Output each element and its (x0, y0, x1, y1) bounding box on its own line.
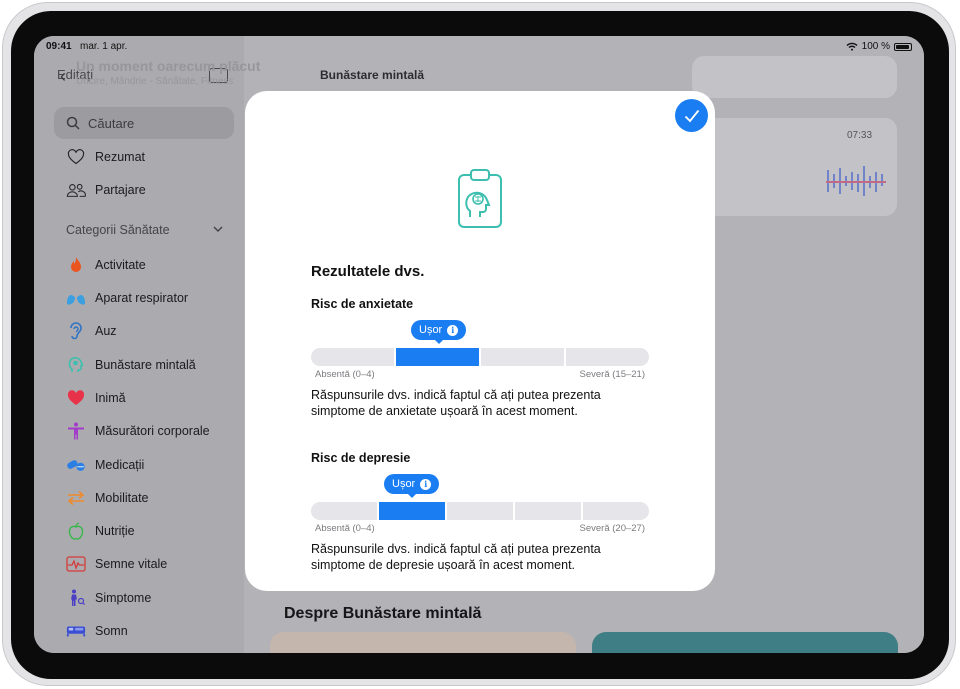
sidebar-item-label: Semne vitale (95, 557, 168, 571)
clipboard-mind-icon (458, 169, 502, 228)
risk-segment (311, 502, 377, 520)
vitals-icon (66, 555, 86, 573)
sidebar-item-label: Aparat respirator (95, 291, 189, 305)
depression-scale: Absentă (0–4) Severă (20–27) (315, 523, 645, 534)
risk-segment (447, 502, 513, 520)
results-sheet: Rezultatele dvs. Risc de anxietate Ușor … (245, 91, 715, 591)
search-input[interactable]: Căutare (54, 107, 234, 139)
sidebar-item-symptoms[interactable]: Simptome (66, 589, 151, 607)
risk-segment-active (396, 348, 479, 366)
checkmark-icon (684, 109, 699, 122)
risk-segment (515, 502, 581, 520)
mood-chart-icon (826, 166, 886, 196)
ear-icon (66, 322, 86, 340)
scale-min: Absentă (0–4) (315, 523, 375, 534)
nav-title: Bunăstare mintală (320, 68, 425, 82)
sidebar-item-label: Medicații (95, 458, 145, 472)
health-categories-header[interactable]: Categorii Sănătate (66, 223, 224, 237)
wifi-icon (846, 42, 858, 51)
done-button[interactable] (675, 99, 708, 132)
body-icon (66, 422, 86, 440)
depression-description: Răspunsurile dvs. indică faptul că ați p… (311, 542, 601, 572)
entry-title: Un moment oarecum plăcut (76, 58, 261, 74)
sidebar-item-heart[interactable]: Inimă (66, 389, 126, 407)
people-icon (66, 181, 86, 199)
sidebar-item-mental-wellbeing[interactable]: Bunăstare mintală (66, 356, 196, 374)
anxiety-risk-label: Risc de anxietate (311, 297, 414, 311)
sidebar-item-nutrition[interactable]: Nutriție (66, 522, 135, 540)
scale-min: Absentă (0–4) (315, 369, 375, 380)
sidebar-item-sleep[interactable]: Somn (66, 622, 128, 640)
heart-icon (66, 389, 86, 407)
risk-segment (311, 348, 394, 366)
scale-max: Severă (15–21) (579, 369, 645, 380)
risk-segment (583, 502, 649, 520)
sidebar-item-hearing[interactable]: Auz (66, 322, 117, 340)
apple-icon (66, 522, 86, 540)
status-right: 100 % (846, 41, 912, 52)
battery-icon (894, 42, 912, 51)
anxiety-risk-bar (311, 348, 649, 366)
screen: 09:41 mar. 1 apr. 100 % Editați Căutare … (34, 36, 924, 653)
status-time: 09:41 (46, 41, 72, 52)
anxiety-scale: Absentă (0–4) Severă (15–21) (315, 369, 645, 380)
risk-segment (481, 348, 564, 366)
card-time: 07:33 (847, 130, 873, 141)
status-date: mar. 1 apr. (80, 41, 128, 52)
sidebar-item-label: Inimă (95, 391, 126, 405)
sidebar-item-mobility[interactable]: Mobilitate (66, 489, 149, 507)
search-placeholder: Căutare (88, 115, 135, 131)
sidebar-item-label: Măsurători corporale (95, 424, 210, 438)
search-icon (66, 116, 80, 130)
sidebar-item-label: Rezumat (95, 150, 146, 164)
heart-outline-icon (66, 148, 86, 166)
sidebar-item-label: Partajare (95, 183, 146, 197)
info-icon: i (447, 324, 459, 336)
sidebar-item-label: Bunăstare mintală (95, 358, 196, 372)
sidebar-item-label: Mobilitate (95, 491, 149, 505)
results-title: Rezultatele dvs. (311, 263, 425, 280)
sidebar-item-respiratory[interactable]: Aparat respirator (66, 289, 188, 307)
risk-segment-active (379, 502, 445, 520)
anxiety-level-badge[interactable]: Ușor i (411, 320, 467, 344)
sidebar-item-label: Nutriție (95, 524, 135, 538)
about-heading: Despre Bunăstare mintală (284, 605, 482, 622)
lungs-icon (66, 289, 86, 307)
info-icon: i (420, 478, 432, 490)
sidebar-item-label: Simptome (95, 591, 152, 605)
sidebar-item-label: Auz (95, 324, 117, 338)
sidebar-item-vitals[interactable]: Semne vitale (66, 555, 167, 573)
depression-risk-bar (311, 502, 649, 520)
sidebar: Editați Căutare Rezumat Partajare Catego… (34, 36, 244, 653)
background-card-top (692, 56, 897, 98)
risk-segment (566, 348, 649, 366)
article-card-1[interactable] (270, 632, 576, 653)
sidebar-item-label: Somn (95, 624, 128, 638)
badge-label: Ușor (392, 478, 416, 490)
anxiety-description: Răspunsurile dvs. indică faptul că ați p… (311, 388, 601, 418)
sidebar-item-activity[interactable]: Activitate (66, 256, 146, 274)
back-chevron-icon[interactable]: ‹ (60, 66, 66, 87)
mind-icon (66, 356, 86, 374)
scale-max: Severă (20–27) (579, 523, 645, 534)
sidebar-item-sharing[interactable]: Partajare (66, 181, 146, 199)
flame-icon (66, 256, 86, 274)
depression-risk-label: Risc de depresie (311, 451, 411, 465)
status-bar: 09:41 mar. 1 apr. 100 % (46, 41, 912, 55)
entry-subtitle: Uricire, Mândrie - Sănătate, Fitness (76, 76, 234, 87)
badge-label: Ușor (419, 324, 443, 336)
pills-icon (66, 456, 86, 474)
arrows-icon (66, 489, 86, 507)
sidebar-item-summary[interactable]: Rezumat (66, 148, 145, 166)
chevron-down-icon (213, 226, 223, 233)
bed-icon (66, 622, 86, 640)
sidebar-item-body-measurements[interactable]: Măsurători corporale (66, 422, 210, 440)
section-title: Categorii Sănătate (66, 223, 170, 237)
person-symptom-icon (66, 589, 86, 607)
battery-percent: 100 % (861, 41, 890, 52)
sidebar-item-label: Activitate (95, 258, 146, 272)
sidebar-item-medications[interactable]: Medicații (66, 456, 144, 474)
article-card-2[interactable] (592, 632, 898, 653)
depression-level-badge[interactable]: Ușor i (384, 474, 440, 498)
